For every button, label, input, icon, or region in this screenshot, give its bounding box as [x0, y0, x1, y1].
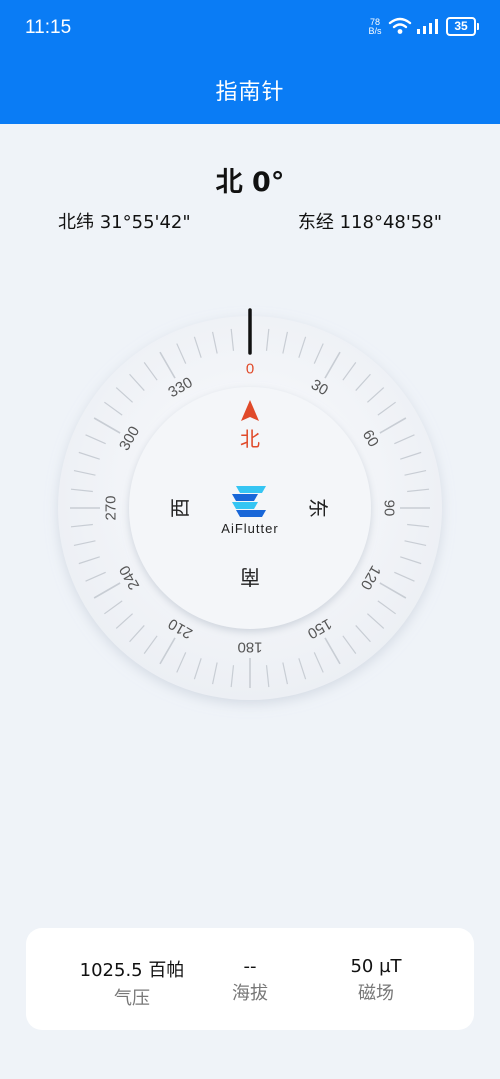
heading-readout: 北 0°	[215, 167, 285, 198]
status-time: 11:15	[25, 17, 72, 38]
cardinal-west: 西	[168, 498, 192, 518]
degree-label-270: 270	[103, 495, 120, 520]
cardinal-north: 北	[240, 427, 260, 451]
battery-indicator: 35	[446, 17, 479, 36]
network-speed-unit: B/s	[368, 26, 382, 36]
status-icons: 78 B/s 35	[366, 16, 479, 42]
wifi-icon	[388, 17, 412, 34]
signal-icon	[417, 19, 438, 34]
cardinal-east: 东	[306, 498, 330, 518]
magnetic-field-item: 50 µT 磁场	[306, 956, 446, 1005]
longitude: 东经 118°48'58"	[297, 212, 442, 233]
compass-dial: 0 30 60 90 120 150 180 210 240 270 300 3…	[58, 308, 442, 700]
magnetic-field-label: 磁场	[358, 983, 394, 1004]
status-bar: 11:15 78 B/s 35	[0, 0, 500, 58]
battery-level: 35	[454, 19, 468, 33]
cardinal-south: 南	[240, 565, 260, 589]
magnetic-field-value: 50 µT	[350, 956, 402, 977]
degree-label-0: 0	[246, 361, 254, 378]
degree-label-180: 180	[237, 639, 262, 656]
network-speed: 78 B/s	[366, 18, 384, 36]
app-bar: 指南针	[0, 58, 500, 124]
altitude-item: -- 海拔	[180, 956, 320, 1005]
degree-label-90: 90	[381, 500, 398, 517]
altitude-label: 海拔	[232, 983, 268, 1004]
sensor-info-card: 1025.5 百帕 气压 -- 海拔 50 µT 磁场	[26, 928, 474, 1030]
latitude: 北纬 31°55'42"	[58, 212, 191, 233]
altitude-value: --	[243, 956, 257, 977]
page-title: 指南针	[215, 80, 285, 105]
logo-text: AiFlutter	[221, 521, 278, 536]
